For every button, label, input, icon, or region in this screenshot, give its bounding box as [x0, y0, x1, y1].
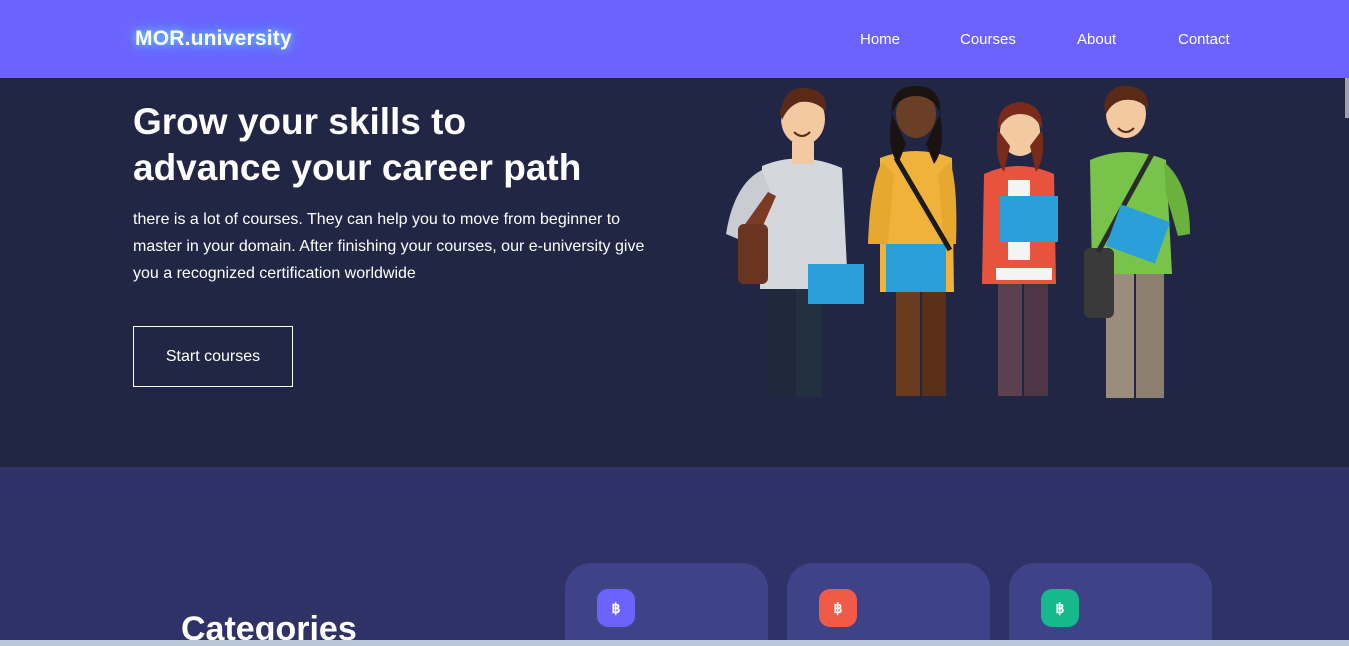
hero-title: Grow your skills to advance your career … — [133, 99, 693, 191]
student-figure — [1084, 85, 1190, 398]
student-figure — [982, 102, 1058, 396]
nav-link-courses[interactable]: Courses — [960, 31, 1016, 48]
students-illustration — [726, 85, 1190, 398]
category-card[interactable]: ฿ — [565, 563, 768, 646]
category-card[interactable]: ฿ — [787, 563, 990, 646]
page-scrollbar[interactable] — [1345, 78, 1349, 118]
nav-link-home[interactable]: Home — [860, 31, 900, 48]
site-logo[interactable]: MOR.university — [135, 27, 292, 51]
bitcoin-icon: ฿ — [819, 589, 857, 627]
hero-title-line-1: Grow your skills to — [133, 101, 467, 142]
nav-link-about[interactable]: About — [1077, 31, 1116, 48]
hero-title-line-2: advance your career path — [133, 147, 582, 188]
top-navbar: MOR.university Home Courses About Contac… — [0, 0, 1349, 78]
hero-description: there is a lot of courses. They can help… — [133, 211, 645, 282]
os-taskbar — [0, 640, 1349, 646]
category-card[interactable]: ฿ — [1009, 563, 1212, 646]
nav-link-contact[interactable]: Contact — [1178, 31, 1230, 48]
bitcoin-icon: ฿ — [597, 589, 635, 627]
bitcoin-icon: ฿ — [1041, 589, 1079, 627]
student-figure — [726, 87, 864, 397]
start-courses-button[interactable]: Start courses — [133, 326, 293, 387]
student-figure — [868, 86, 957, 396]
